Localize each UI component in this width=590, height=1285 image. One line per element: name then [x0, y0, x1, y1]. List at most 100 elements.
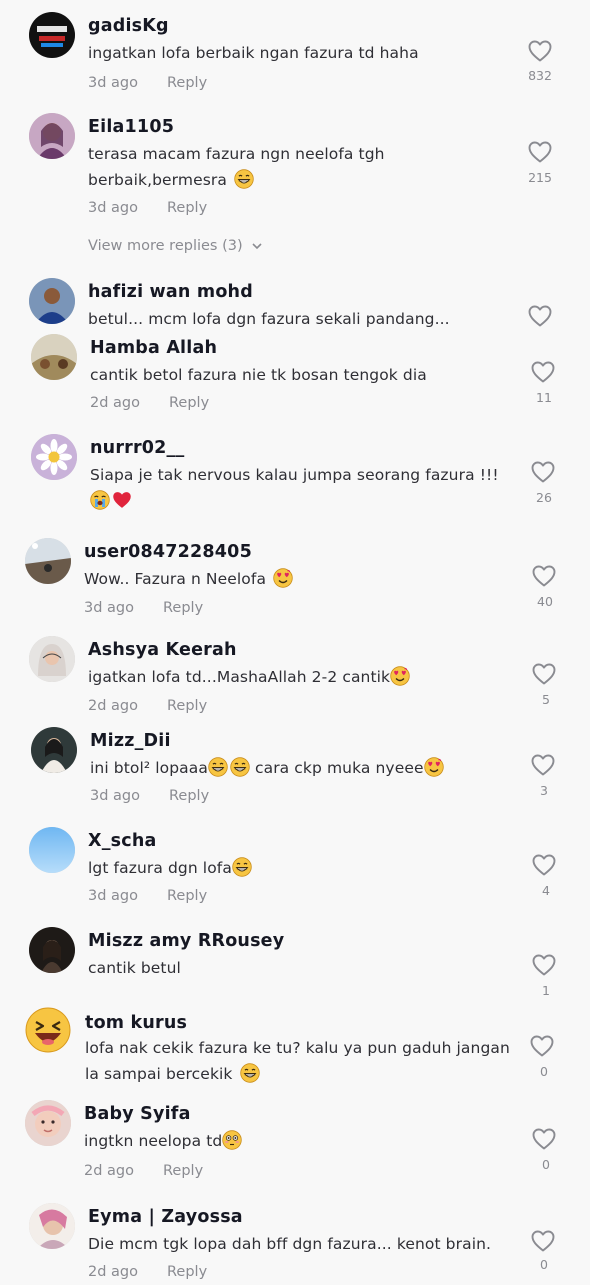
heart-icon[interactable] — [532, 854, 556, 876]
comment-text-line: cara ckp muka nyeee — [254, 759, 424, 777]
comment-text: terasa macam fazura ngn neelofa tgh berb… — [88, 141, 508, 193]
reply-button[interactable]: Reply — [163, 1163, 203, 1179]
comment-text: Wow.. Fazura n Neelofa — [84, 566, 514, 592]
like-count: 40 — [537, 594, 553, 609]
reply-button[interactable]: Reply — [163, 600, 203, 616]
comment-meta: 3d ago Reply — [84, 600, 203, 616]
avatar[interactable] — [29, 827, 75, 873]
heart-icon[interactable] — [532, 663, 556, 685]
reply-button[interactable]: Reply — [167, 200, 207, 216]
comment-username[interactable]: Hamba Allah — [90, 338, 217, 358]
reply-button[interactable]: Reply — [167, 1264, 207, 1280]
comment-text: ini btol² lopaaa cara ckp muka nyeee — [90, 755, 520, 781]
like-count: 5 — [542, 692, 550, 707]
comment-username[interactable]: Mizz_Dii — [90, 731, 171, 751]
comment-text-line: lgt fazura dgn lofa — [88, 859, 232, 877]
grinning-emoji-icon — [208, 757, 228, 777]
heart-icon[interactable] — [532, 565, 556, 587]
comment-text: cantik betul — [88, 959, 181, 977]
avatar[interactable] — [31, 434, 77, 480]
comment-time: 3d ago — [84, 600, 134, 616]
like-count: 0 — [540, 1064, 548, 1079]
heart-icon[interactable] — [531, 361, 555, 383]
comment-text: Die mcm tgk lopa dah bff dgn fazura... k… — [88, 1235, 492, 1253]
comment-text: Siapa je tak nervous kalau jumpa seorang… — [90, 462, 520, 514]
like-count: 3 — [540, 783, 548, 798]
comment-meta: 2d ago Reply — [90, 395, 209, 411]
red-heart-emoji-icon — [112, 490, 132, 510]
comment-time: 3d ago — [90, 788, 140, 804]
comment-username[interactable]: Ashsya Keerah — [88, 640, 237, 660]
comment-text: lgt fazura dgn lofa — [88, 855, 518, 881]
like-count: 4 — [542, 883, 550, 898]
comment-meta: 3d ago Reply — [90, 788, 209, 804]
grinning-emoji-icon — [232, 857, 252, 877]
comment-time: 2d ago — [84, 1163, 134, 1179]
avatar[interactable] — [29, 1203, 75, 1249]
avatar[interactable] — [31, 334, 77, 380]
comment-username[interactable]: nurrr02__ — [90, 438, 184, 458]
like-count: 1 — [542, 983, 550, 998]
comment-time: 2d ago — [88, 1264, 138, 1280]
like-count: 26 — [536, 490, 552, 505]
comment-text: cantik betol fazura nie tk bosan tengok … — [90, 366, 427, 384]
avatar[interactable] — [29, 278, 75, 324]
heart-icon[interactable] — [531, 754, 555, 776]
reply-button[interactable]: Reply — [167, 888, 207, 904]
reply-button[interactable]: Reply — [169, 395, 209, 411]
comment-text-line: ini btol² lopaaa — [90, 759, 208, 777]
comment-text-line: ingtkn neelopa td — [84, 1132, 223, 1150]
comment-username[interactable]: Baby Syifa — [84, 1104, 191, 1124]
avatar[interactable] — [25, 1100, 71, 1146]
grinning-emoji-icon — [234, 169, 254, 189]
heart-eyes-emoji-icon — [390, 666, 410, 686]
heart-icon[interactable] — [528, 305, 552, 327]
view-more-replies-button[interactable]: View more replies (3) — [88, 238, 263, 254]
heart-icon[interactable] — [530, 1035, 554, 1057]
avatar[interactable] — [25, 538, 71, 584]
comment-text: lofa nak cekik fazura ke tu? kalu ya pun… — [85, 1035, 515, 1087]
heart-eyes-emoji-icon — [273, 568, 293, 588]
comment-time: 2d ago — [88, 698, 138, 714]
comment-text-line: igatkan lofa td...MashaAllah 2-2 cantik — [88, 668, 391, 686]
crying-emoji-icon — [90, 490, 110, 510]
heart-icon[interactable] — [531, 1230, 555, 1252]
grinning-emoji-icon — [230, 757, 250, 777]
comment-text-line: Siapa je tak nervous kalau jumpa seorang… — [90, 466, 499, 484]
heart-icon[interactable] — [531, 461, 555, 483]
comment-text: igatkan lofa td...MashaAllah 2-2 cantik — [88, 664, 518, 690]
comment-username[interactable]: X_scha — [88, 831, 157, 851]
avatar[interactable] — [25, 1007, 71, 1053]
flushed-emoji-icon — [222, 1130, 242, 1150]
heart-eyes-emoji-icon — [424, 757, 444, 777]
comment-text-line: lofa nak cekik fazura ke tu? kalu ya pun… — [85, 1039, 510, 1083]
reply-button[interactable]: Reply — [167, 698, 207, 714]
like-count: 215 — [528, 170, 552, 185]
comment-username[interactable]: Eyma | Zayossa — [88, 1207, 243, 1227]
grinning-emoji-icon — [240, 1063, 260, 1083]
view-more-replies-label: View more replies (3) — [88, 238, 243, 254]
comment-username[interactable]: hafizi wan mohd — [88, 282, 253, 302]
avatar[interactable] — [31, 727, 77, 773]
comment-username[interactable]: Eila1105 — [88, 117, 174, 137]
comment-text-line: Wow.. Fazura n Neelofa — [84, 570, 267, 588]
comment-item: Eyma | Zayossa Die mcm tgk lopa dah bff … — [0, 0, 590, 1280]
like-count: 11 — [536, 390, 552, 405]
avatar[interactable] — [29, 636, 75, 682]
comment-username[interactable]: user0847228405 — [84, 542, 252, 562]
comment-text: betul... mcm lofa dgn fazura sekali pand… — [88, 310, 450, 328]
comment-username[interactable]: tom kurus — [85, 1013, 187, 1033]
like-count: 0 — [542, 1157, 550, 1172]
avatar[interactable] — [29, 927, 75, 973]
comment-meta: 3d ago Reply — [88, 888, 207, 904]
comment-time: 3d ago — [88, 200, 138, 216]
comment-username[interactable]: Miszz amy RRousey — [88, 931, 284, 951]
like-count: 0 — [540, 1257, 548, 1272]
comment-time: 3d ago — [88, 888, 138, 904]
reply-button[interactable]: Reply — [169, 788, 209, 804]
heart-icon[interactable] — [532, 954, 556, 976]
chevron-down-icon — [252, 243, 262, 250]
comment-meta: 2d ago Reply — [88, 698, 207, 714]
heart-icon[interactable] — [528, 141, 552, 163]
heart-icon[interactable] — [532, 1128, 556, 1150]
